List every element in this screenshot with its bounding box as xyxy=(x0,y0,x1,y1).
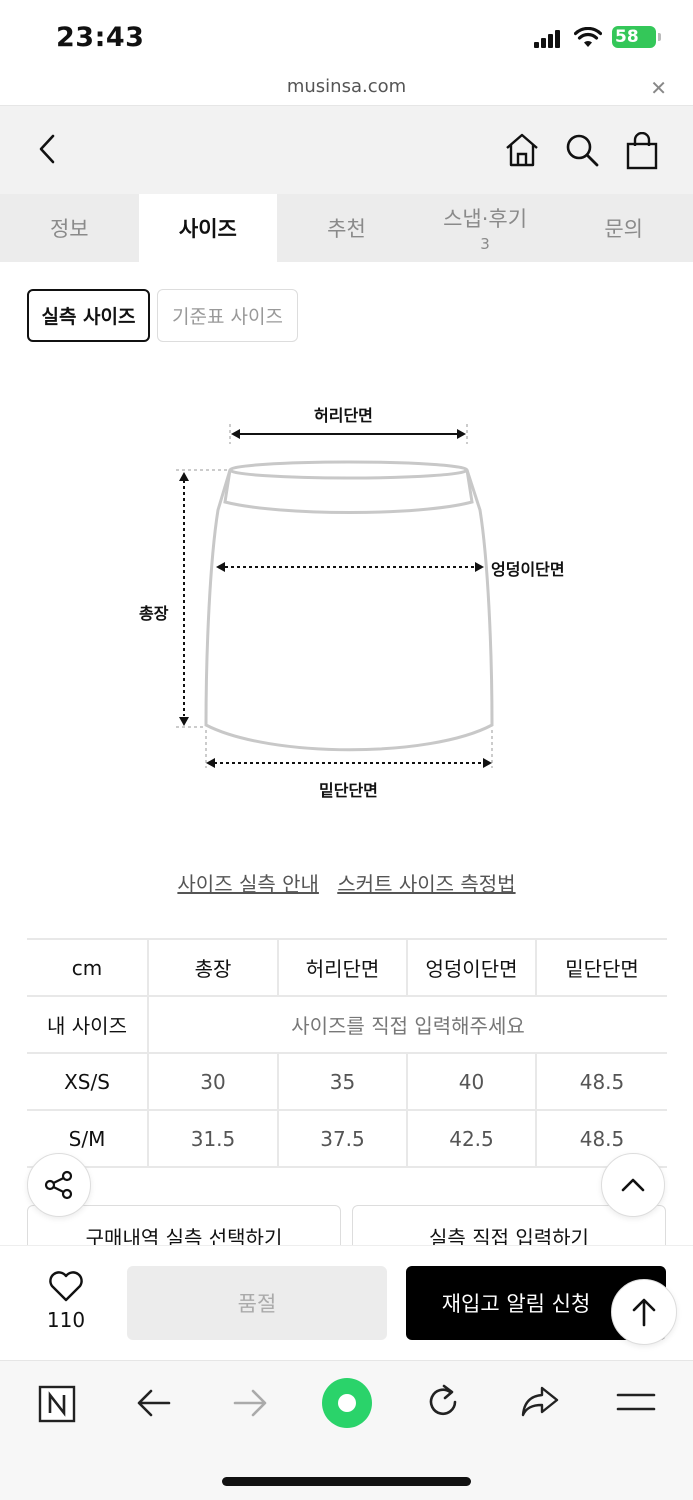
waist-label: 허리단면 xyxy=(314,406,373,425)
soldout-button[interactable]: 품절 xyxy=(127,1266,387,1340)
skirt-outline xyxy=(176,424,494,768)
back-icon[interactable] xyxy=(36,132,60,166)
shopping-bag-icon[interactable] xyxy=(624,132,660,170)
table-cell: 48.5 xyxy=(536,1052,667,1110)
search-icon[interactable] xyxy=(564,132,600,168)
arrow-up-icon xyxy=(632,1298,656,1327)
length-label: 총장 xyxy=(139,604,169,623)
url-domain[interactable]: musinsa.com xyxy=(0,76,693,97)
size-measure-guide-link[interactable]: 사이즈 실측 안내 xyxy=(177,872,319,896)
table-cell: 37.5 xyxy=(278,1109,408,1168)
table-cell: 40 xyxy=(407,1052,537,1110)
table-header-cell: 총장 xyxy=(148,938,279,996)
cellular-signal-icon xyxy=(534,30,564,48)
size-type-toggle: 실측 사이즈 기준표 사이즈 xyxy=(27,289,298,342)
url-bar[interactable]: musinsa.com ✕ xyxy=(0,72,693,106)
share-icon xyxy=(44,1170,73,1200)
tab-snap-review[interactable]: 스냅·후기 3 xyxy=(416,194,555,262)
green-dot-icon[interactable] xyxy=(321,1377,373,1429)
naver-n-icon[interactable] xyxy=(38,1385,76,1423)
like-count: 110 xyxy=(46,1308,86,1332)
chevron-up-icon xyxy=(621,1178,645,1192)
actual-size-button[interactable]: 실측 사이즈 xyxy=(27,289,150,342)
scroll-to-top-button[interactable] xyxy=(611,1279,677,1345)
size-table: cm 총장 허리단면 엉덩이단면 밑단단면 내 사이즈 사이즈를 직접 입력해주… xyxy=(27,938,667,1168)
table-row: XS/S 30 35 40 48.5 xyxy=(27,1052,667,1110)
hem-label: 밑단단면 xyxy=(319,781,378,800)
purchase-bar: 110 품절 재입고 알림 신청 xyxy=(0,1245,693,1360)
table-row: S/M 31.5 37.5 42.5 48.5 xyxy=(27,1109,667,1168)
battery-indicator: 58 xyxy=(612,26,661,48)
status-bar: 23:43 58 xyxy=(0,0,693,72)
wifi-icon xyxy=(574,27,602,47)
table-cell: 42.5 xyxy=(407,1109,537,1168)
my-size-input[interactable]: 사이즈를 직접 입력해주세요 xyxy=(148,995,667,1053)
tab-size[interactable]: 사이즈 xyxy=(138,194,278,262)
like-button[interactable]: 110 xyxy=(30,1270,102,1332)
home-indicator xyxy=(222,1477,471,1486)
back-arrow-icon[interactable] xyxy=(136,1387,172,1419)
share-button[interactable] xyxy=(27,1153,91,1217)
table-header-cell: 엉덩이단면 xyxy=(407,938,537,996)
menu-icon[interactable] xyxy=(616,1389,656,1415)
app-header xyxy=(0,106,693,194)
table-cell: 35 xyxy=(278,1052,408,1110)
tab-inquiry[interactable]: 문의 xyxy=(554,194,693,262)
scroll-up-button[interactable] xyxy=(601,1153,665,1217)
my-size-label: 내 사이즈 xyxy=(27,995,149,1053)
product-tabs: 정보 사이즈 추천 스냅·후기 3 문의 xyxy=(0,194,693,262)
table-cell: 30 xyxy=(148,1052,279,1110)
my-size-row[interactable]: 내 사이즈 사이즈를 직접 입력해주세요 xyxy=(27,995,667,1053)
refresh-icon[interactable] xyxy=(424,1383,462,1421)
close-icon[interactable]: ✕ xyxy=(650,76,667,100)
table-header-cell: 밑단단면 xyxy=(536,938,667,996)
status-time: 23:43 xyxy=(56,22,145,53)
table-header-cell: cm xyxy=(27,938,149,996)
hip-label: 엉덩이단면 xyxy=(491,560,565,579)
standard-size-button[interactable]: 기준표 사이즈 xyxy=(157,289,298,342)
share-arrow-icon[interactable] xyxy=(520,1385,560,1419)
table-cell: 31.5 xyxy=(148,1109,279,1168)
review-count: 3 xyxy=(480,235,490,253)
forward-arrow-icon[interactable] xyxy=(232,1387,268,1419)
size-guide-links: 사이즈 실측 안내 스커트 사이즈 측정법 xyxy=(0,868,693,897)
home-icon[interactable] xyxy=(504,132,540,168)
size-name-cell: XS/S xyxy=(27,1052,149,1110)
heart-icon xyxy=(49,1271,83,1302)
tab-info[interactable]: 정보 xyxy=(0,194,139,262)
skirt-measure-method-link[interactable]: 스커트 사이즈 측정법 xyxy=(337,872,515,896)
skirt-measurement-diagram: 허리단면 엉덩이단면 총장 밑단단면 xyxy=(130,390,590,810)
table-header-cell: 허리단면 xyxy=(278,938,408,996)
tab-recommend[interactable]: 추천 xyxy=(277,194,416,262)
table-header-row: cm 총장 허리단면 엉덩이단면 밑단단면 xyxy=(27,938,667,996)
